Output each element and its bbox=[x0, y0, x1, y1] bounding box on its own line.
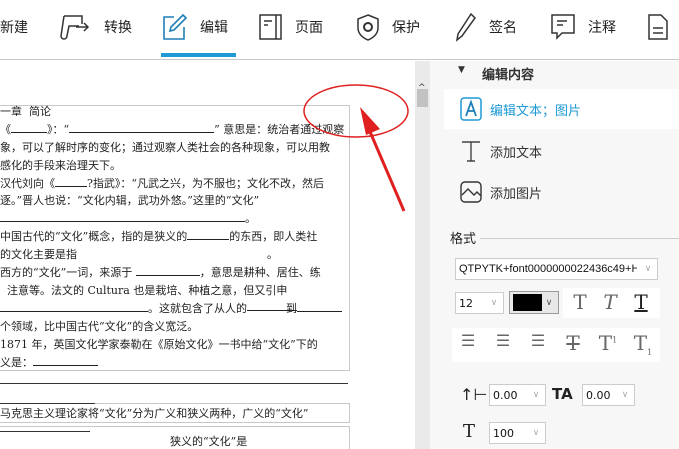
edit-text-image-button[interactable]: 编辑文本；图片 bbox=[444, 89, 679, 129]
new-label: 新建 bbox=[0, 20, 28, 36]
word-spacing-value: 0.00 bbox=[586, 388, 611, 402]
italic-text-icon[interactable]: T bbox=[595, 290, 625, 314]
subscript-icon[interactable]: T1 bbox=[628, 331, 658, 357]
superscript-icon[interactable]: T1 bbox=[593, 331, 623, 355]
font-value: QTPYTK+font0000000022436c49+Ho bbox=[459, 263, 637, 275]
scroll-thumb[interactable] bbox=[417, 89, 428, 107]
scale-select[interactable]: 100 ∨ bbox=[489, 422, 546, 444]
add-image-icon bbox=[460, 181, 482, 203]
toolbar-comment-button[interactable]: 注释 bbox=[550, 10, 616, 44]
format-label: 格式 bbox=[450, 232, 477, 247]
font-color-picker[interactable]: ∨ bbox=[509, 291, 559, 314]
section-title: 编辑内容 bbox=[482, 68, 535, 83]
toolbar-page-button[interactable]: 页面 bbox=[259, 10, 323, 44]
comment-label: 注释 bbox=[588, 20, 616, 36]
toolbar-form-button[interactable]: 表 bbox=[647, 10, 679, 44]
edit-icon bbox=[163, 13, 188, 40]
chevron-down-icon: ∨ bbox=[532, 390, 540, 400]
vertical-scrollbar[interactable]: ^ bbox=[415, 61, 430, 449]
arrow-head-icon bbox=[360, 107, 380, 135]
underline-text-icon[interactable]: T bbox=[626, 290, 656, 314]
align-center-icon[interactable]: ☰ bbox=[488, 331, 518, 350]
scale-value: 100 bbox=[493, 426, 514, 440]
edit-text-image-label: 编辑文本；图片 bbox=[490, 103, 582, 119]
bold-text-icon[interactable]: T bbox=[565, 290, 595, 314]
chevron-down-icon: ∨ bbox=[621, 390, 629, 400]
add-image-button[interactable]: 添加图片 bbox=[444, 172, 679, 212]
chevron-down-icon: ∨ bbox=[532, 428, 540, 438]
convert-icon bbox=[60, 15, 90, 40]
font-size-select[interactable]: 12 ∨ bbox=[455, 292, 504, 314]
highlight-circle bbox=[303, 84, 409, 138]
char-spacing-select[interactable]: 0.00 ∨ bbox=[489, 384, 546, 406]
color-swatch bbox=[513, 294, 542, 311]
toolbar-sign-button[interactable]: 签名 bbox=[455, 10, 517, 44]
strikethrough-icon[interactable]: T bbox=[558, 331, 588, 355]
edit-text-image-icon bbox=[460, 97, 482, 121]
pen-icon bbox=[455, 12, 476, 42]
word-spacing-select[interactable]: 0.00 ∨ bbox=[582, 384, 635, 406]
scale-icon: T bbox=[463, 421, 476, 442]
comment-icon bbox=[551, 14, 575, 40]
collapse-triangle-icon[interactable]: ▼ bbox=[458, 65, 465, 75]
chevron-down-icon: ∨ bbox=[490, 298, 498, 308]
add-text-icon bbox=[462, 141, 480, 162]
chevron-down-icon: ∨ bbox=[644, 264, 652, 274]
convert-label: 转换 bbox=[104, 20, 132, 36]
toolbar-new-button[interactable]: 新建 bbox=[0, 10, 28, 44]
format-divider bbox=[480, 238, 679, 239]
char-spacing-icon: ↑⊢ bbox=[460, 385, 488, 404]
protect-label: 保护 bbox=[392, 20, 420, 36]
shield-icon bbox=[357, 14, 379, 41]
sign-label: 签名 bbox=[489, 20, 517, 36]
toolbar: 新建 转换 编辑 页面 保护 签名 注释 表 bbox=[0, 0, 679, 60]
toolbar-edit-button[interactable]: 编辑 bbox=[161, 10, 236, 57]
red-annotation bbox=[303, 84, 409, 212]
add-image-label: 添加图片 bbox=[490, 186, 543, 202]
arrow-shaft bbox=[366, 126, 406, 212]
toolbar-protect-button[interactable]: 保护 bbox=[356, 10, 420, 44]
toolbar-convert-button[interactable]: 转换 bbox=[58, 10, 132, 44]
edit-label: 编辑 bbox=[200, 20, 228, 36]
word-spacing-icon: TA bbox=[552, 385, 573, 403]
add-text-button[interactable]: 添加文本 bbox=[444, 131, 679, 171]
add-text-label: 添加文本 bbox=[490, 145, 543, 161]
form-icon bbox=[648, 14, 668, 40]
font-select[interactable]: QTPYTK+font0000000022436c49+Ho ∨ bbox=[455, 258, 658, 280]
document-view[interactable]: 一章 简论 《》：“” 意思是：统治者通过观察 象，可以了解时序的变化；通过观察… bbox=[0, 61, 415, 449]
page-icon bbox=[259, 14, 282, 40]
edit-panel: ▼ 编辑内容 编辑文本；图片 添加文本 添加图片 格式 QTPYTK+font0… bbox=[430, 61, 679, 449]
align-right-icon[interactable]: ☰ bbox=[523, 331, 553, 350]
page-label: 页面 bbox=[295, 20, 323, 36]
font-size-value: 12 bbox=[459, 296, 473, 310]
chevron-down-icon: ∨ bbox=[545, 297, 553, 308]
align-left-icon[interactable]: ☰ bbox=[453, 331, 483, 350]
char-spacing-value: 0.00 bbox=[493, 388, 518, 402]
